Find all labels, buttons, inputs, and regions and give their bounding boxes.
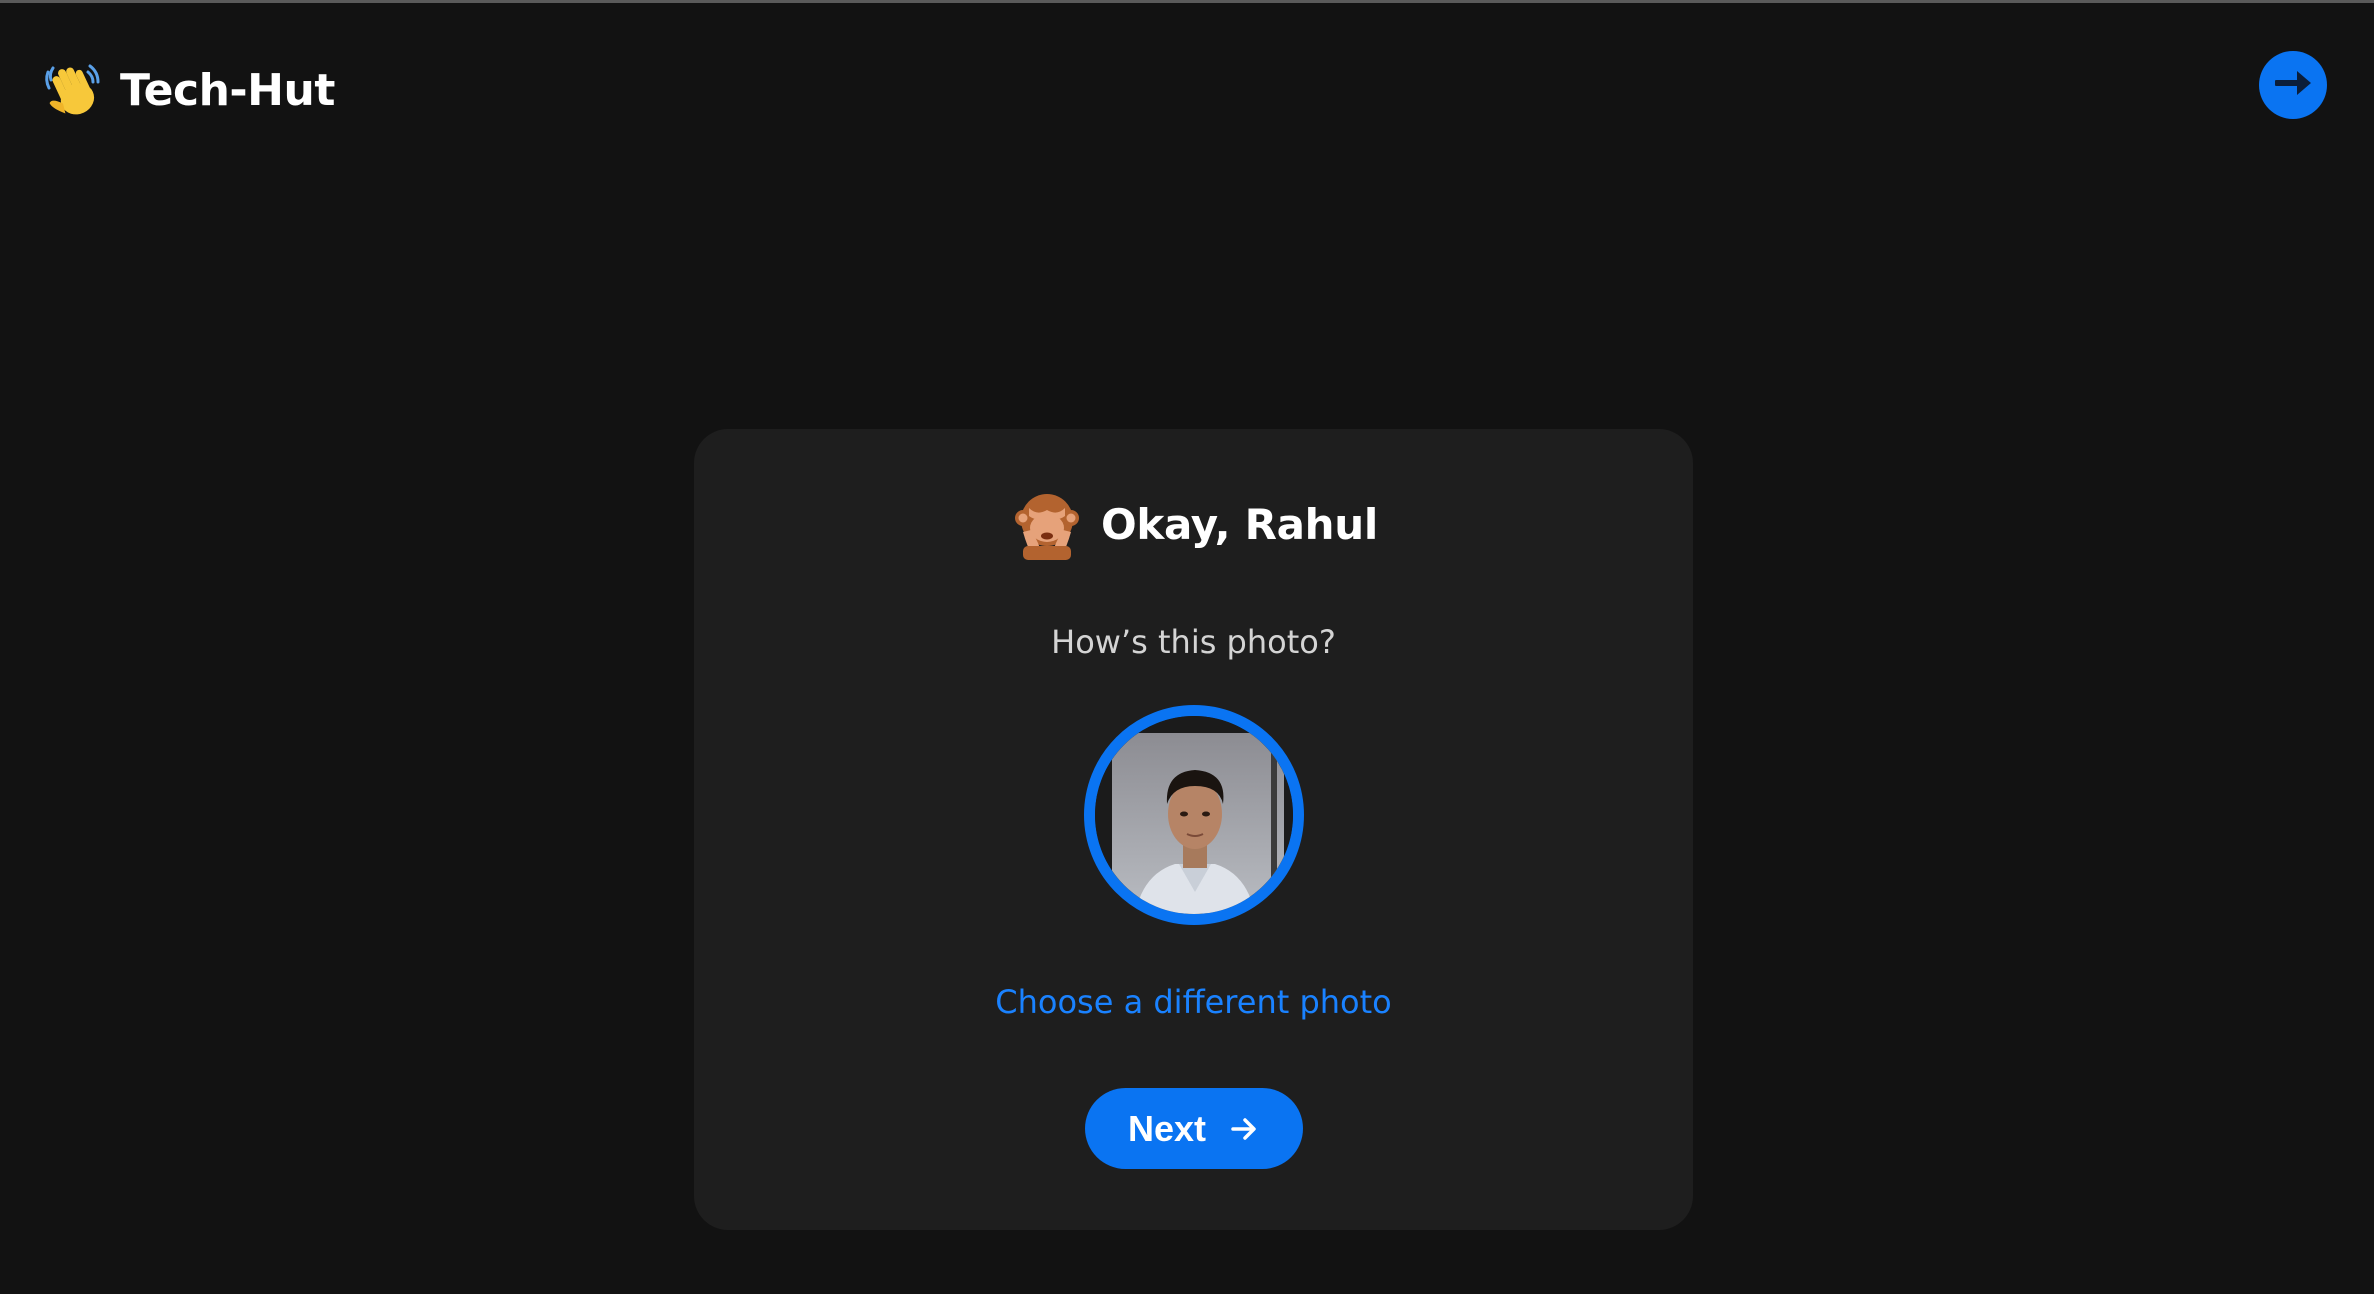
photo-prompt: How’s this photo? — [1051, 623, 1336, 661]
next-button-label: Next — [1127, 1107, 1207, 1149]
choose-different-photo-link[interactable]: Choose a different photo — [694, 983, 1693, 1021]
card-header: Okay, Rahul — [694, 484, 1693, 564]
arrow-right-icon — [1206, 1113, 1260, 1145]
greeting-title: Okay, Rahul — [1101, 499, 1378, 549]
brand[interactable]: Tech-Hut — [40, 55, 335, 125]
photo-confirm-card: Okay, Rahul How’s this photo? Choose a d… — [694, 429, 1693, 1230]
page: Tech-Hut Okay, Rahul How’s this photo? C… — [0, 0, 2374, 1294]
window-top-border — [0, 0, 2374, 3]
profile-photo-preview — [1084, 705, 1304, 925]
profile-photo-image — [1095, 716, 1293, 914]
arrow-right-circle-icon — [2269, 59, 2317, 111]
app-title: Tech-Hut — [120, 64, 335, 116]
exit-button[interactable] — [2259, 51, 2327, 119]
waving-hand-icon — [40, 58, 104, 122]
next-button[interactable]: Next — [1085, 1088, 1303, 1169]
see-no-evil-monkey-icon — [1009, 486, 1085, 562]
